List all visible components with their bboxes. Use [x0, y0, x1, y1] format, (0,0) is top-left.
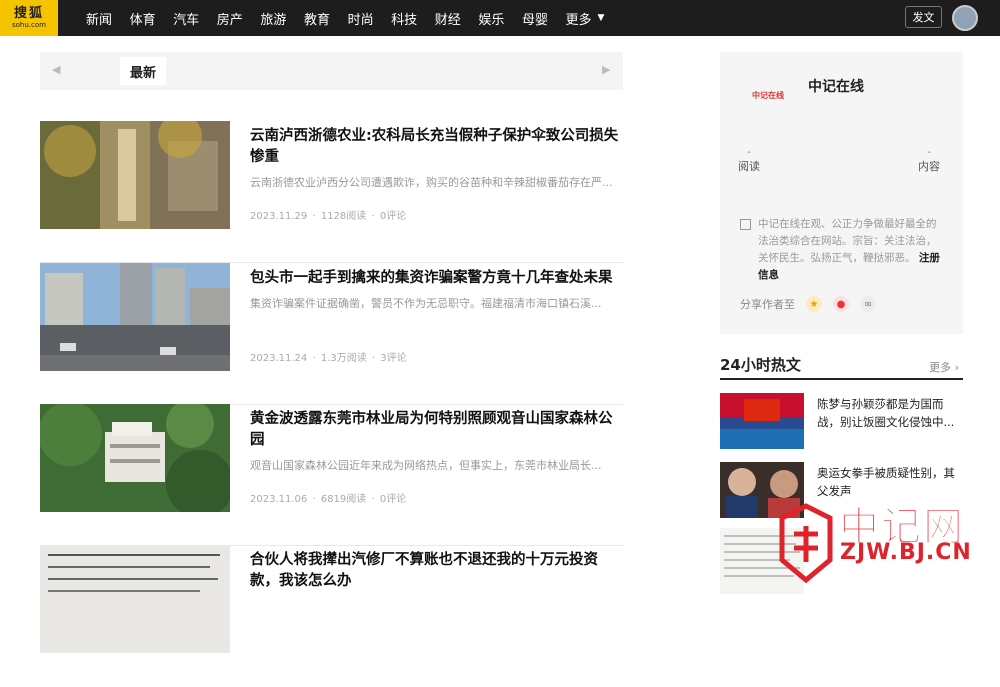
- article-item[interactable]: 合伙人将我撵出汽修厂不算账也不退还我的十万元投资款，我该怎么办: [40, 545, 623, 687]
- article-meta: 2023.11.29 · 1128阅读 · 0评论: [250, 211, 407, 222]
- sohu-logo[interactable]: 搜狐 sohu.com: [0, 0, 58, 36]
- article-meta: 2023.11.24 · 1.3万阅读 · 3评论: [250, 353, 407, 364]
- stat-value: -: [747, 147, 751, 158]
- caret-down-icon: ▼: [597, 13, 605, 23]
- author-bio: 中记在线在观、公正力争做最好最全的法治类综合在网站。宗旨：关注法治，关怀民生。弘…: [758, 218, 937, 264]
- author-name[interactable]: 中记在线: [808, 76, 864, 96]
- nav-item[interactable]: 旅游: [260, 9, 304, 28]
- watermark-en: ZJW.BJ.CN: [840, 540, 972, 565]
- star-icon[interactable]: ★: [806, 296, 822, 312]
- share-label: 分享作者至: [740, 298, 795, 311]
- user-avatar[interactable]: [952, 5, 978, 31]
- stat-label: 内容: [918, 160, 940, 173]
- nav-item[interactable]: 母婴: [522, 9, 566, 28]
- article-title[interactable]: 包头市一起手到擒来的集资诈骗案警方竟十几年查处未果: [250, 268, 623, 289]
- stat-value: -: [927, 147, 931, 158]
- article-item[interactable]: 黄金波透露东莞市林业局为何特别照顾观音山国家森林公园 观音山国家森林公园近年来成…: [40, 404, 623, 546]
- nav-item[interactable]: 娱乐: [478, 9, 522, 28]
- article-reads: 1.3万阅读: [320, 353, 367, 364]
- nav-item[interactable]: 科技: [391, 9, 435, 28]
- article-thumbnail[interactable]: [40, 404, 230, 512]
- tab-latest[interactable]: 最新: [120, 57, 166, 85]
- chevron-right-icon[interactable]: ▶: [602, 63, 610, 76]
- article-thumbnail[interactable]: [40, 263, 230, 371]
- nav-item[interactable]: 房产: [217, 9, 261, 28]
- chevron-left-icon[interactable]: ◀: [52, 63, 60, 76]
- share-bar: 分享作者至 ★ ● ∞: [740, 296, 876, 312]
- site-watermark: 中记网 ZJW.BJ.CN: [774, 498, 996, 590]
- hot-more-link[interactable]: 更多 ›: [929, 359, 959, 375]
- document-icon: [740, 219, 751, 230]
- article-item[interactable]: 云南泸西浙德农业:农科局长充当假种子保护伞致公司损失惨重 云南浙德农业泸西分公司…: [40, 121, 623, 263]
- nav-item[interactable]: 教育: [304, 9, 348, 28]
- article-comments: 3评论: [380, 353, 407, 364]
- nav-item[interactable]: 新闻: [86, 9, 130, 28]
- feed-tab-strip: ◀ 最新 ▶: [40, 52, 623, 90]
- nav-more-menu[interactable]: 更多 ▼: [566, 9, 610, 28]
- article-thumbnail[interactable]: [40, 545, 230, 653]
- top-navigation-bar: 搜狐 sohu.com 新闻 体育 汽车 房产 旅游 教育 时尚 科技 财经 娱…: [0, 0, 1000, 36]
- publish-button[interactable]: 发文: [905, 6, 942, 28]
- article-title[interactable]: 黄金波透露东莞市林业局为何特别照顾观音山国家森林公园: [250, 409, 623, 451]
- article-date: 2023.11.24: [250, 353, 308, 364]
- nav-item[interactable]: 汽车: [173, 9, 217, 28]
- article-date: 2023.11.06: [250, 494, 308, 505]
- stat-label: 阅读: [738, 160, 760, 173]
- article-date: 2023.11.29: [250, 211, 308, 222]
- article-summary: 云南浙德农业泸西分公司遭遇欺诈，购买的谷苗种和辛辣甜椒番茄存在严...: [250, 176, 613, 189]
- article-item[interactable]: 包头市一起手到擒来的集资诈骗案警方竟十几年查处未果 集资诈骗案件证据确凿，警员不…: [40, 263, 623, 405]
- link-icon[interactable]: ∞: [860, 296, 876, 312]
- hot-section-title: 24小时热文: [720, 356, 801, 374]
- author-description: 中记在线在观、公正力争做最好最全的法治类综合在网站。宗旨：关注法治，关怀民生。弘…: [740, 216, 945, 284]
- article-comments: 0评论: [379, 494, 407, 505]
- hot-list-item[interactable]: 陈梦与孙颖莎都是为国而战，别让饭圈文化侵蚀中...: [720, 393, 963, 449]
- author-logo[interactable]: 中记在线: [752, 90, 784, 104]
- article-summary: 观音山国家森林公园近年来成为网络热点，但事实上，东莞市林业局长...: [250, 459, 602, 472]
- article-reads: 1128阅读: [320, 211, 367, 222]
- hot-section-header: 24小时热文 更多 ›: [720, 352, 963, 380]
- stat-reads: - 阅读: [738, 148, 760, 174]
- nav-more-label: 更多: [565, 12, 592, 28]
- hot-thumbnail[interactable]: [720, 393, 804, 449]
- article-comments: 0评论: [379, 211, 407, 222]
- logo-domain: sohu.com: [12, 20, 46, 29]
- article-summary: 集资诈骗案件证据确凿，警员不作为无忌职守。福建福清市海口镇石溪...: [250, 297, 602, 310]
- hot-item-title[interactable]: 陈梦与孙颖莎都是为国而战，别让饭圈文化侵蚀中...: [817, 395, 963, 431]
- stat-content: - 内容: [918, 148, 940, 174]
- watermark-emblem: [779, 503, 833, 584]
- article-meta: 2023.11.06 · 6819阅读 · 0评论: [250, 494, 407, 505]
- article-thumbnail[interactable]: [40, 121, 230, 229]
- nav-item[interactable]: 财经: [435, 9, 479, 28]
- article-reads: 6819阅读: [320, 494, 367, 505]
- nav-item[interactable]: 体育: [130, 9, 174, 28]
- author-profile-card: 中记在线 中记在线 - 阅读 - 内容 中记在线在观、公正力争做最好最全的法治类…: [720, 52, 963, 334]
- logo-text: 搜狐: [13, 5, 44, 21]
- channel-nav: 新闻 体育 汽车 房产 旅游 教育 时尚 科技 财经 娱乐 母婴 更多 ▼: [86, 0, 609, 36]
- weibo-icon[interactable]: ●: [833, 296, 849, 312]
- article-title[interactable]: 合伙人将我撵出汽修厂不算账也不退还我的十万元投资款，我该怎么办: [250, 550, 623, 592]
- article-title[interactable]: 云南泸西浙德农业:农科局长充当假种子保护伞致公司损失惨重: [250, 126, 623, 168]
- nav-item[interactable]: 时尚: [348, 9, 392, 28]
